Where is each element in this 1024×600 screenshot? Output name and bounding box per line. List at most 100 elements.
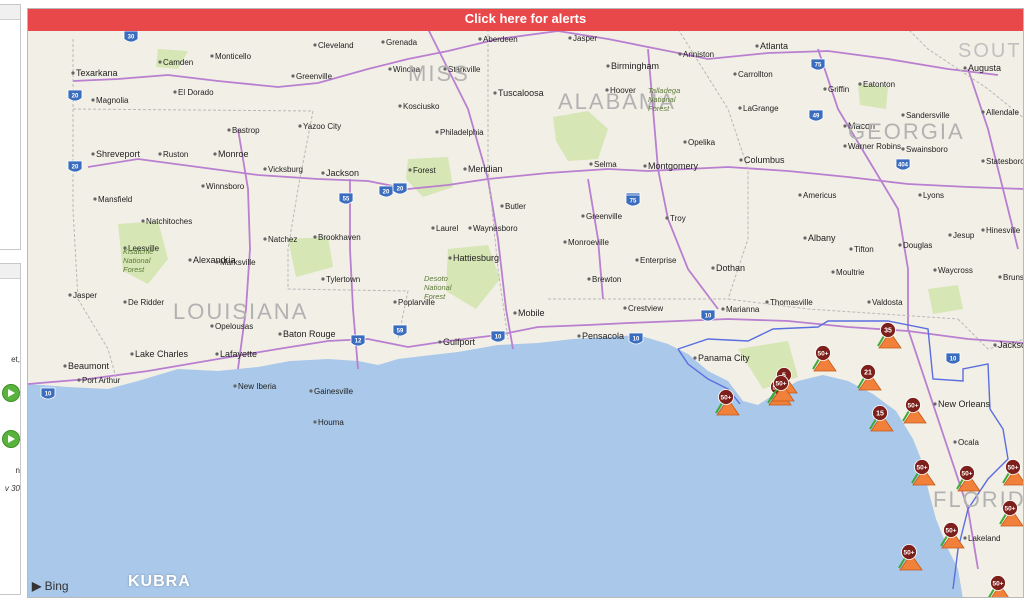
city-label: Panama City <box>698 353 750 363</box>
city-label: Brookhaven <box>318 233 361 242</box>
city-dot <box>721 307 725 311</box>
city-label: Port Arthur <box>82 376 121 385</box>
kubra-logo: KUBRA <box>128 573 191 591</box>
city-dot <box>393 300 397 304</box>
highway-shield: 404 <box>895 158 911 171</box>
city-dot <box>321 171 325 175</box>
city-label: De Ridder <box>128 298 164 307</box>
highway-shield: 10 <box>700 309 716 322</box>
outage-count: 50+ <box>907 403 918 410</box>
city-dot <box>493 91 497 95</box>
highway-shields: 3020207549202055591210101065754041010 <box>40 30 961 400</box>
map-canvas[interactable]: 3020207549202055591210101065754041010 De… <box>28 9 1024 598</box>
city-dot <box>898 243 902 247</box>
city-label: Philadelphia <box>440 128 484 137</box>
city-dot <box>130 352 134 356</box>
city-dot <box>981 110 985 114</box>
svg-text:12: 12 <box>355 339 362 345</box>
city-label: Forest <box>413 166 436 175</box>
outage-marker[interactable]: 50+ <box>902 397 927 424</box>
city-label: Beaumont <box>68 361 110 371</box>
city-label: Kosciusko <box>403 102 440 111</box>
outage-count: 50+ <box>775 381 786 388</box>
city-dot <box>635 258 639 262</box>
city-label: Jasper <box>73 291 97 300</box>
city-dot <box>568 36 572 40</box>
city-label: Jasper <box>573 34 597 43</box>
panel-text-snippet: n <box>15 466 20 475</box>
svg-text:30: 30 <box>128 35 135 41</box>
city-label: Natchez <box>268 235 297 244</box>
highway-shield: 20 <box>392 182 408 195</box>
city-label: Opelika <box>688 138 716 147</box>
city-dot <box>963 66 967 70</box>
city-label: Shreveport <box>96 149 141 159</box>
city-dot <box>683 140 687 144</box>
city-label: Americus <box>803 191 836 200</box>
go-arrow-button[interactable] <box>2 430 20 448</box>
city-dot <box>77 378 81 382</box>
city-dot <box>313 43 317 47</box>
city-dot <box>733 72 737 76</box>
forest-label: Forest <box>648 104 670 113</box>
city-label: Ruston <box>163 150 188 159</box>
forest-label: National <box>648 95 676 104</box>
outage-count: 50+ <box>916 465 927 472</box>
svg-text:20: 20 <box>72 94 79 100</box>
city-label: Monticello <box>215 52 252 61</box>
alerts-banner-button[interactable]: Click here for alerts <box>28 9 1023 31</box>
city-label: Griffin <box>828 85 849 94</box>
city-label: Gainesville <box>314 387 354 396</box>
city-dot <box>563 240 567 244</box>
city-dot <box>901 113 905 117</box>
left-panel-header <box>0 5 20 20</box>
city-label: Lafayette <box>220 349 257 359</box>
outage-marker[interactable]: 50+ <box>940 522 965 549</box>
city-dot <box>438 340 442 344</box>
highway-shield: 10 <box>628 332 644 345</box>
city-label: Thomasville <box>770 298 813 307</box>
city-label: Montgomery <box>648 161 699 171</box>
city-dot <box>993 343 997 347</box>
outage-marker[interactable]: 21 <box>857 364 882 391</box>
panel-text-snippet: v 30 <box>4 484 20 493</box>
city-dot <box>739 158 743 162</box>
city-label: Bastrop <box>232 126 260 135</box>
alerts-banner-label[interactable]: Click here for alerts <box>465 11 586 26</box>
outage-marker[interactable]: 35 <box>877 322 902 349</box>
city-label: Vicksburg <box>268 165 303 174</box>
city-dot <box>291 74 295 78</box>
svg-text:20: 20 <box>72 165 79 171</box>
left-panel-header <box>0 264 20 279</box>
city-dot <box>158 152 162 156</box>
city-dot <box>313 420 317 424</box>
city-dot <box>623 306 627 310</box>
city-label: Monroeville <box>568 238 609 247</box>
city-label: Pensacola <box>582 331 624 341</box>
city-label: Winnsboro <box>206 182 245 191</box>
city-label: Crestview <box>628 304 663 313</box>
outage-marker[interactable]: 50+ <box>988 575 1011 599</box>
outage-count: 50+ <box>1007 465 1018 472</box>
outage-marker[interactable]: 50+ <box>812 345 837 372</box>
city-label: Gulfport <box>443 337 476 347</box>
city-dot <box>215 352 219 356</box>
outage-map[interactable]: 3020207549202055591210101065754041010 De… <box>27 8 1024 598</box>
outage-marker[interactable]: 50+ <box>956 465 981 492</box>
outage-marker[interactable]: 50+ <box>1002 459 1024 486</box>
city-label: Waycross <box>938 266 973 275</box>
forest-label: National <box>424 283 452 292</box>
city-label: Selma <box>594 160 617 169</box>
forest-label: Forest <box>424 292 446 301</box>
city-label: Butler <box>505 202 526 211</box>
city-dot <box>589 162 593 166</box>
city-dot <box>798 193 802 197</box>
go-arrow-button[interactable] <box>2 384 20 402</box>
city-dot <box>843 144 847 148</box>
city-label: Cleveland <box>318 41 354 50</box>
city-label: Allendale <box>986 108 1019 117</box>
city-dot <box>587 277 591 281</box>
city-label: LaGrange <box>743 104 779 113</box>
city-label: Greenville <box>296 72 333 81</box>
city-label: Douglas <box>903 241 932 250</box>
